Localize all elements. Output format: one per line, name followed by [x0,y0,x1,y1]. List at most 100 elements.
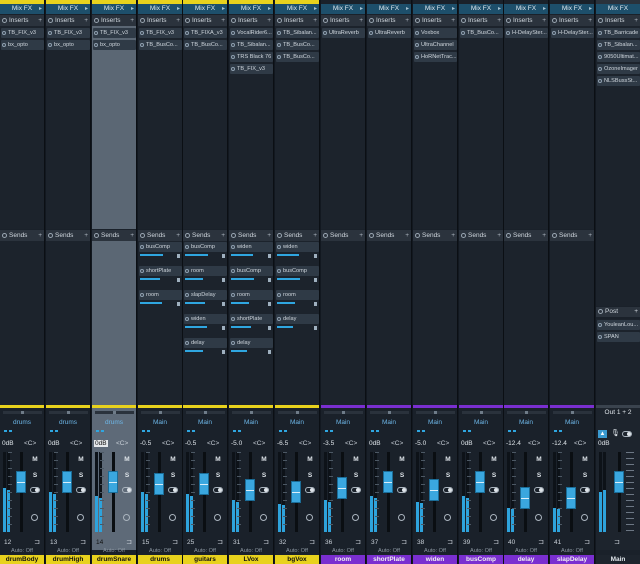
pan-slider[interactable] [462,411,501,414]
inserts-header[interactable]: Inserts + [321,15,365,26]
mute-button[interactable]: M [213,456,223,464]
pan-slider[interactable] [416,411,455,414]
mute-button[interactable]: M [76,456,86,464]
inserts-header[interactable]: Inserts + [504,15,548,26]
send-level-bar[interactable] [185,326,207,328]
volume-value[interactable]: 0dB [2,440,14,447]
power-icon[interactable] [598,79,602,83]
power-icon[interactable] [185,341,189,345]
output-destination[interactable]: drums [0,419,44,426]
power-icon[interactable] [94,233,99,238]
pan-slider[interactable] [232,411,271,414]
add-send-button[interactable]: + [84,230,88,241]
pan-knob-icon[interactable] [490,514,497,521]
send-level-bar[interactable] [185,302,205,304]
power-icon[interactable] [185,269,189,273]
output-destination[interactable]: Main [138,419,182,426]
main-inserts-header[interactable]: Inserts + [596,15,640,26]
insert-slot[interactable]: TB_FIX_v3 [139,28,182,38]
sends-header[interactable]: Sends + [0,230,44,241]
power-icon[interactable] [231,341,235,345]
power-icon[interactable] [415,18,420,23]
main-link-button[interactable]: ▲ [598,430,607,438]
inserts-header[interactable]: Inserts + [183,15,227,26]
io-icon[interactable]: ⊐ [355,538,361,546]
power-icon[interactable] [185,233,190,238]
send-level-bar[interactable] [231,254,253,256]
send-level-bar[interactable] [231,302,249,304]
pan-value[interactable]: <C> [207,440,219,447]
insert-slot[interactable]: TB_BusCo... [276,40,319,50]
power-icon[interactable] [598,43,602,47]
power-icon[interactable] [231,18,236,23]
send-slot[interactable]: widen [230,242,273,260]
add-send-button[interactable]: + [130,230,134,241]
send-toggle[interactable] [314,278,317,282]
power-icon[interactable] [415,31,419,35]
insert-slot[interactable]: VocalRider6... [230,28,273,38]
power-icon[interactable] [185,245,189,249]
sends-header[interactable]: Sends + [229,230,273,241]
inserts-header[interactable]: Inserts + [229,15,273,26]
add-send-button[interactable]: + [313,230,317,241]
channel-name[interactable]: delay [504,555,548,564]
add-post-button[interactable]: + [634,307,638,317]
mixfx-button[interactable]: Mix FX ▸ [367,4,411,14]
send-slot[interactable]: busComp [230,266,273,284]
insert-slot[interactable]: TB_Sibalan... [230,40,273,50]
mixfx-button[interactable]: Mix FX ▸ [138,4,182,14]
pan-slider[interactable] [324,411,363,414]
power-icon[interactable] [461,18,466,23]
power-icon[interactable] [598,335,602,339]
monitor-toggle[interactable] [534,487,544,493]
pan-slider[interactable] [278,411,317,414]
main-mixfx[interactable]: Mix FX [596,4,640,14]
power-icon[interactable] [185,43,189,47]
volume-fader[interactable] [62,471,72,493]
power-icon[interactable] [277,269,281,273]
power-icon[interactable] [231,317,235,321]
io-icon[interactable]: ⊐ [126,538,132,546]
monitor-toggle[interactable] [213,487,223,493]
insert-slot[interactable]: TB_BusCo... [460,28,503,38]
power-icon[interactable] [185,18,190,23]
power-icon[interactable] [552,233,557,238]
send-toggle[interactable] [177,278,180,282]
send-toggle[interactable] [314,254,317,258]
pan-slider[interactable] [49,411,88,414]
add-insert-button[interactable]: + [84,15,88,26]
power-icon[interactable] [2,31,6,35]
insert-slot[interactable]: TB_FIX_v3 [1,28,44,38]
channel-name[interactable]: drumHigh [46,555,90,564]
power-icon[interactable] [48,233,53,238]
main-post-slot[interactable]: SPAN [597,332,640,342]
volume-value[interactable]: -3.5 [323,440,334,447]
mixfx-button[interactable]: Mix FX ▸ [275,4,319,14]
solo-button[interactable]: S [443,472,453,480]
add-insert-button[interactable]: + [221,15,225,26]
pan-value[interactable]: <C> [70,440,82,447]
power-icon[interactable] [231,55,235,59]
channel-name[interactable]: room [321,555,365,564]
power-icon[interactable] [48,18,53,23]
monitor-toggle[interactable] [30,487,40,493]
power-icon[interactable] [140,269,144,273]
power-icon[interactable] [2,233,7,238]
pan-knob-icon[interactable] [214,514,221,521]
power-icon[interactable] [598,31,602,35]
power-icon[interactable] [369,31,373,35]
insert-slot[interactable]: HoRNetTrac... [414,52,457,62]
send-level-bar[interactable] [231,278,254,280]
main-monitor-toggle[interactable] [622,431,632,437]
power-icon[interactable] [598,309,603,314]
monitor-toggle[interactable] [168,487,178,493]
volume-value[interactable]: 0dB [369,440,381,447]
volume-value[interactable]: -5.0 [231,440,242,447]
volume-fader[interactable] [429,479,439,501]
mute-button[interactable]: M [351,456,361,464]
power-icon[interactable] [277,293,281,297]
power-icon[interactable] [552,31,556,35]
send-level-bar[interactable] [231,326,251,328]
power-icon[interactable] [277,18,282,23]
volume-value[interactable]: -12.4 [552,440,567,447]
